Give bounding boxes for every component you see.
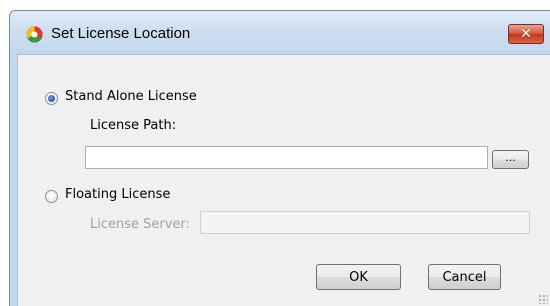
cancel-button[interactable]: Cancel	[428, 264, 501, 290]
window-title: Set License Location	[51, 25, 191, 42]
stand-alone-radio[interactable]	[45, 92, 58, 105]
resize-grip-icon[interactable]	[538, 294, 548, 304]
license-server-label: License Server:	[90, 217, 190, 232]
floating-label[interactable]: Floating License	[65, 187, 170, 202]
ok-button[interactable]: OK	[316, 264, 401, 290]
stand-alone-label[interactable]: Stand Alone License	[65, 89, 197, 104]
license-server-input[interactable]	[200, 211, 530, 234]
app-icon	[26, 26, 43, 43]
close-icon: ✕	[520, 26, 532, 42]
title-bar[interactable]: Set License Location ✕	[10, 11, 550, 54]
browse-button-label: ...	[505, 151, 516, 164]
license-path-input[interactable]	[85, 146, 488, 169]
browse-button[interactable]: ...	[492, 150, 529, 169]
dialog-body: Stand Alone License License Path: ... Fl…	[17, 54, 550, 306]
license-path-label: License Path:	[90, 118, 177, 133]
cancel-button-label: Cancel	[442, 269, 487, 285]
ok-button-label: OK	[349, 269, 368, 285]
close-button[interactable]: ✕	[508, 24, 544, 44]
dialog-window: Set License Location ✕ Stand Alone Licen…	[9, 10, 550, 306]
floating-radio[interactable]	[45, 190, 58, 203]
